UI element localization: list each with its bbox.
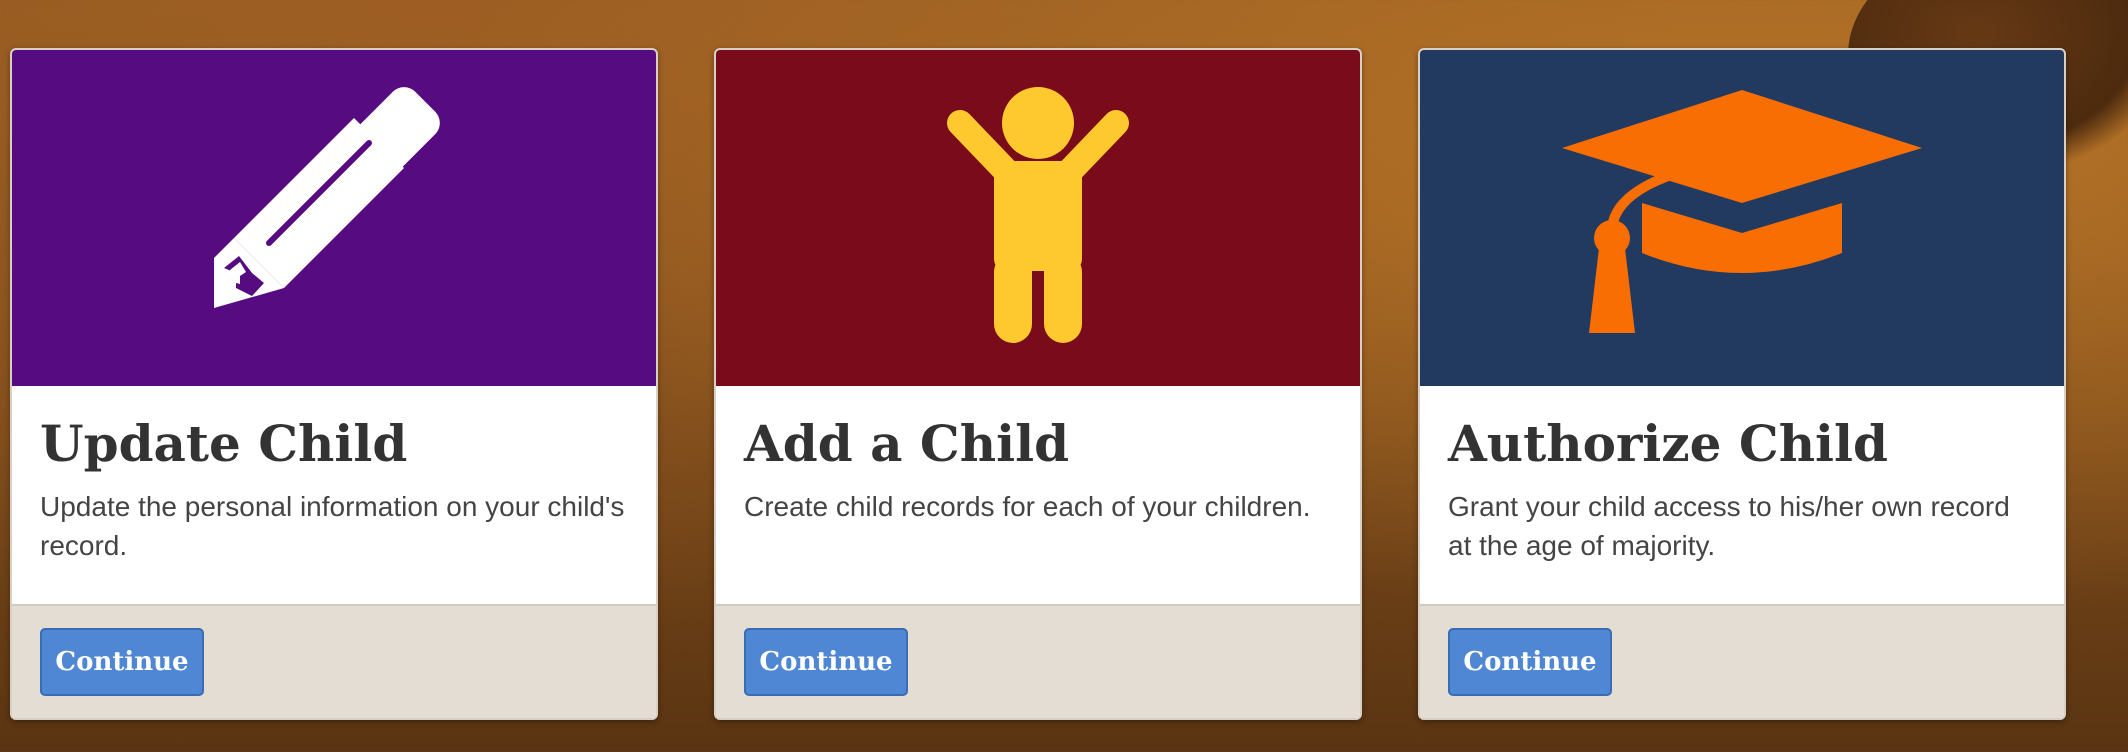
card-title: Add a Child — [744, 414, 1070, 473]
graduation-cap-icon — [1557, 88, 1927, 348]
update-child-hero — [12, 50, 656, 386]
add-child-continue-button[interactable]: Continue — [744, 628, 908, 696]
update-child-footer: Continue — [12, 604, 656, 718]
update-child-card: Update Child Update the personal informa… — [10, 48, 658, 720]
add-child-footer: Continue — [716, 604, 1360, 718]
card-description: Create child records for each of your ch… — [744, 491, 1311, 522]
card-title: Update Child — [40, 414, 408, 473]
update-child-continue-button[interactable]: Continue — [40, 628, 204, 696]
card-description: Update the personal information on your … — [40, 491, 625, 562]
add-child-body: Add a Child Create child records for eac… — [716, 386, 1360, 604]
add-child-hero — [716, 50, 1360, 386]
child-figure-icon — [938, 83, 1138, 353]
pencil-icon — [194, 78, 474, 358]
add-child-card: Add a Child Create child records for eac… — [714, 48, 1362, 720]
authorize-child-footer: Continue — [1420, 604, 2064, 718]
card-description: Grant your child access to his/her own r… — [1448, 491, 2010, 562]
authorize-child-continue-button[interactable]: Continue — [1448, 628, 1612, 696]
authorize-child-card: Authorize Child Grant your child access … — [1418, 48, 2066, 720]
update-child-body: Update Child Update the personal informa… — [12, 386, 656, 604]
authorize-child-body: Authorize Child Grant your child access … — [1420, 386, 2064, 604]
card-title: Authorize Child — [1448, 414, 1888, 473]
card-row: Update Child Update the personal informa… — [10, 48, 2066, 720]
authorize-child-hero — [1420, 50, 2064, 386]
